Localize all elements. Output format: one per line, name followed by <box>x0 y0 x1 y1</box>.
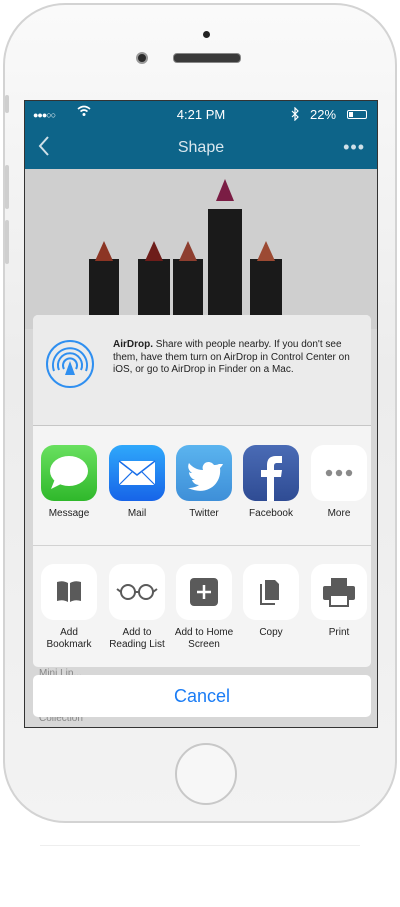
action-add-bookmark[interactable]: Add Bookmark <box>39 564 99 651</box>
share-mail[interactable]: Mail <box>107 445 167 520</box>
share-label: Message <box>48 508 90 519</box>
action-label: Add to Home Screen <box>174 627 234 650</box>
bluetooth-icon <box>291 106 300 124</box>
navigation-bar: Shape ••• <box>25 129 377 169</box>
battery-icon <box>347 110 367 119</box>
action-add-reading-list[interactable]: Add to Reading List <box>107 564 167 651</box>
share-facebook[interactable]: Facebook <box>241 445 301 520</box>
book-icon <box>41 564 97 620</box>
pencil-tip <box>95 241 113 261</box>
action-add-home-screen[interactable]: Add to Home Screen <box>174 564 234 651</box>
lip-pencil <box>208 209 242 329</box>
airdrop-panel[interactable]: AirDrop. Share with people nearby. If yo… <box>33 315 371 426</box>
proximity-sensor <box>203 31 210 38</box>
share-message[interactable]: Message <box>39 445 99 520</box>
product-image <box>25 169 377 329</box>
add-square-icon <box>176 564 232 620</box>
reflection-line <box>40 845 360 846</box>
pencil-tip <box>216 179 234 201</box>
share-label: Facebook <box>249 508 293 519</box>
action-label: Copy <box>259 627 283 638</box>
earpiece-speaker <box>173 53 241 63</box>
pencil-tip <box>145 241 163 261</box>
action-copy[interactable]: Copy <box>241 564 301 639</box>
page-title: Shape <box>177 139 225 156</box>
mute-switch <box>5 95 9 113</box>
cancel-button[interactable]: Cancel <box>33 675 371 717</box>
battery-percent: 22% <box>310 107 337 122</box>
pencil-tip <box>257 241 275 261</box>
status-bar: ●●●○○ 4:21 PM 22% <box>25 101 377 129</box>
share-label: Twitter <box>189 508 219 519</box>
share-apps-row: Message Mail Twitter Facebook More <box>33 427 371 546</box>
more-options-button[interactable]: ••• <box>343 137 365 158</box>
front-camera <box>136 52 148 64</box>
home-button[interactable] <box>175 743 237 805</box>
volume-down-button <box>5 220 9 264</box>
copy-icon <box>243 564 299 620</box>
more-icon <box>311 445 367 501</box>
airdrop-icon <box>45 339 95 389</box>
share-actions-row: Add Bookmark Add to Reading List Add to … <box>33 546 371 667</box>
printer-icon <box>311 564 367 620</box>
glasses-icon <box>109 564 165 620</box>
airdrop-description: AirDrop. Share with people nearby. If yo… <box>113 339 363 377</box>
action-label: Add to Reading List <box>109 627 165 650</box>
airdrop-title: AirDrop. <box>113 339 153 350</box>
action-label: Add Bookmark <box>46 627 92 650</box>
action-label: Print <box>328 627 350 638</box>
share-sheet: AirDrop. Share with people nearby. If yo… <box>33 315 371 667</box>
twitter-icon <box>176 445 232 501</box>
volume-up-button <box>5 165 9 209</box>
screen: ●●●○○ 4:21 PM 22% Shape ••• Mini Lip... … <box>24 100 378 728</box>
share-label: More <box>327 508 351 519</box>
facebook-icon <box>243 445 299 501</box>
share-label: Mail <box>127 508 147 519</box>
mail-icon <box>109 445 165 501</box>
pencil-tip <box>179 241 197 261</box>
action-print[interactable]: Print <box>309 564 369 639</box>
share-twitter[interactable]: Twitter <box>174 445 234 520</box>
message-icon <box>41 445 97 501</box>
share-more[interactable]: More <box>309 445 369 520</box>
